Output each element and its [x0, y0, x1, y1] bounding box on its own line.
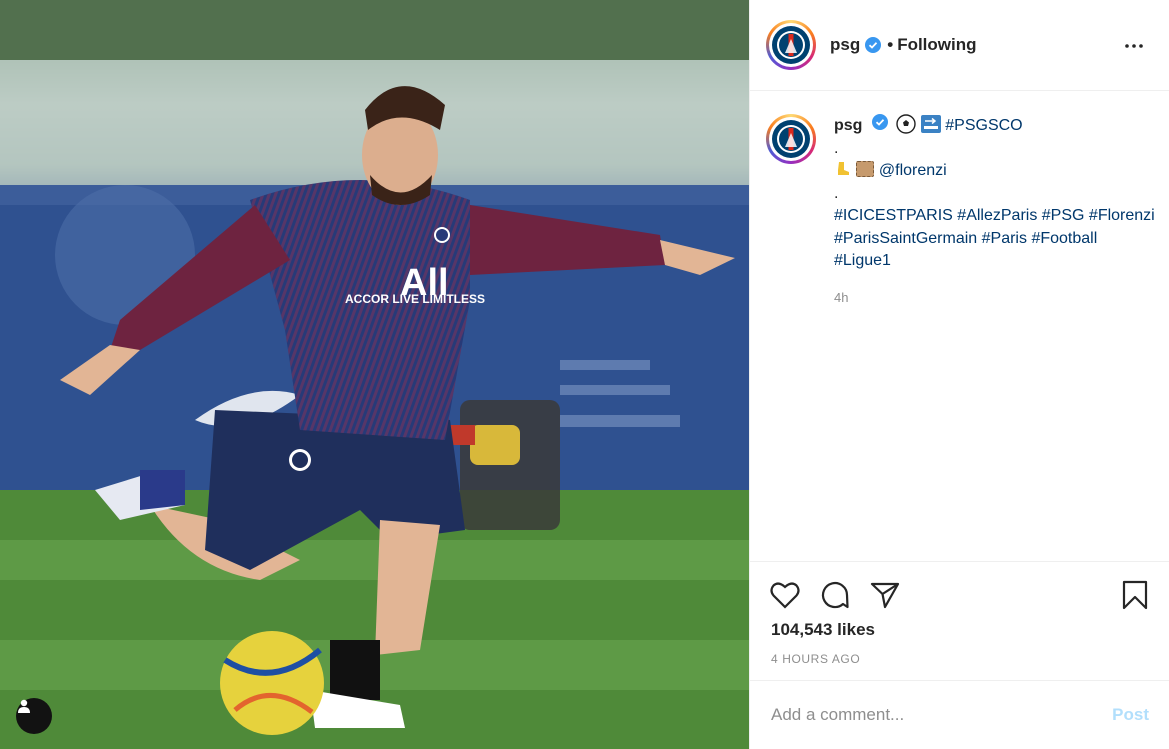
psg-logo-icon	[772, 26, 810, 64]
caption: psg #PSGSCO . @florenzi . #ICICESTPARIS …	[766, 114, 1156, 309]
save-icon	[1122, 580, 1148, 610]
caption-username[interactable]: psg	[834, 117, 862, 134]
like-button[interactable]	[768, 578, 802, 612]
comment-button[interactable]	[818, 578, 852, 612]
follow-separator: •	[887, 35, 894, 54]
post-actions	[750, 561, 1169, 621]
mention-florenzi[interactable]: @florenzi	[879, 162, 947, 179]
following-button[interactable]: Following	[897, 35, 976, 55]
likes-count[interactable]: 104,543 likes	[771, 620, 875, 640]
hashtag[interactable]: #Ligue1	[834, 252, 891, 269]
post-photo-illustration: All ACCOR LIVE LIMITLESS	[0, 0, 749, 749]
hashtag[interactable]: #Football	[1031, 230, 1097, 247]
save-button[interactable]	[1118, 578, 1152, 612]
svg-text:ACCOR LIVE LIMITLESS: ACCOR LIVE LIMITLESS	[345, 292, 485, 306]
hashtag[interactable]: #Paris	[982, 230, 1027, 247]
soccer-ball-icon	[896, 114, 917, 134]
post-sidebar: psg • Following psg #PSGSCO . @florenzi …	[749, 0, 1169, 749]
verified-icon	[871, 114, 888, 130]
post-image[interactable]: All ACCOR LIVE LIMITLESS	[0, 0, 749, 749]
hashtag[interactable]: #Florenzi	[1089, 207, 1155, 224]
user-tag-button[interactable]	[16, 698, 52, 734]
caption-time: 4h	[834, 289, 849, 305]
verified-icon	[865, 37, 882, 53]
post-comment-button[interactable]: Post	[1112, 705, 1149, 725]
caption-text: psg #PSGSCO . @florenzi . #ICICESTPARIS …	[834, 114, 1156, 309]
hashtag[interactable]: #ParisSaintGermain	[834, 230, 977, 247]
caption-dot-1: .	[834, 139, 839, 157]
header-username[interactable]: psg	[830, 35, 860, 55]
avatar[interactable]	[766, 20, 816, 70]
comment-bar: Post	[750, 680, 1169, 749]
user-tag-icon	[18, 699, 30, 713]
comment-icon	[821, 582, 849, 609]
soon-arrow-icon	[920, 115, 941, 133]
hashtag[interactable]: #PSG	[1042, 207, 1085, 224]
caption-hashtags: #ICICESTPARIS #AllezParis #PSG #Florenzi…	[834, 205, 1156, 273]
share-icon	[870, 582, 900, 609]
comment-input[interactable]	[771, 705, 1113, 725]
caption-dot-2: .	[834, 184, 839, 202]
psg-logo-icon	[772, 120, 810, 158]
caption-avatar[interactable]	[766, 114, 816, 164]
hashtag-psgsco[interactable]: #PSGSCO	[945, 117, 1022, 134]
share-button[interactable]	[868, 578, 902, 612]
post-timestamp[interactable]: 4 HOURS AGO	[771, 652, 860, 666]
hashtag[interactable]: #AllezParis	[957, 207, 1037, 224]
heart-icon	[770, 582, 800, 609]
post-header: psg • Following	[750, 0, 1169, 91]
more-options-icon	[1125, 44, 1143, 48]
more-options-button[interactable]	[1120, 32, 1148, 60]
biscuit-icon	[856, 161, 875, 177]
hashtag[interactable]: #ICICESTPARIS	[834, 207, 953, 224]
cleat-icon	[838, 162, 849, 175]
